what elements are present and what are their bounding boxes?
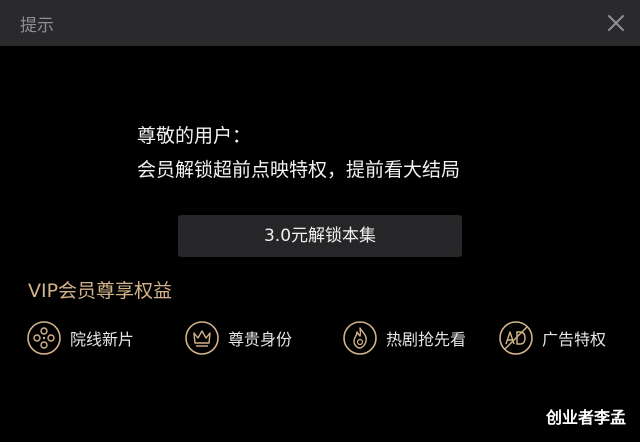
unlock-message: 会员解锁超前点映特权，提前看大结局 bbox=[137, 159, 461, 181]
close-icon[interactable] bbox=[603, 10, 629, 36]
dialog-body: 尊敬的用户： 会员解锁超前点映特权，提前看大结局 3.0元解锁本集 VIP会员尊… bbox=[0, 46, 640, 442]
vip-benefits-heading: VIP会员尊享权益 bbox=[28, 280, 173, 302]
dialog-titlebar: 提示 bbox=[0, 0, 640, 46]
flame-icon bbox=[343, 321, 377, 355]
benefit-item-no-ads: 广告特权 bbox=[498, 316, 606, 360]
greeting-text: 尊敬的用户： bbox=[137, 125, 252, 147]
dialog-title: 提示 bbox=[20, 16, 54, 36]
benefit-label: 广告特权 bbox=[542, 330, 607, 349]
vip-benefits-list: 院线新片 尊贵身份 热剧抢先看 广告特权 bbox=[26, 316, 640, 360]
crown-icon bbox=[185, 321, 219, 355]
benefit-label: 院线新片 bbox=[70, 330, 135, 349]
benefit-item-new-movies: 院线新片 bbox=[26, 316, 134, 360]
no-ad-icon bbox=[499, 321, 533, 355]
benefit-item-early-access: 热剧抢先看 bbox=[342, 316, 466, 360]
unlock-episode-button[interactable]: 3.0元解锁本集 bbox=[178, 215, 462, 257]
benefit-label: 热剧抢先看 bbox=[386, 330, 467, 349]
benefit-label: 尊贵身份 bbox=[228, 330, 293, 349]
film-reel-icon bbox=[27, 321, 61, 355]
benefit-item-vip-identity: 尊贵身份 bbox=[184, 316, 292, 360]
watermark-text: 创业者李孟 bbox=[545, 408, 626, 427]
